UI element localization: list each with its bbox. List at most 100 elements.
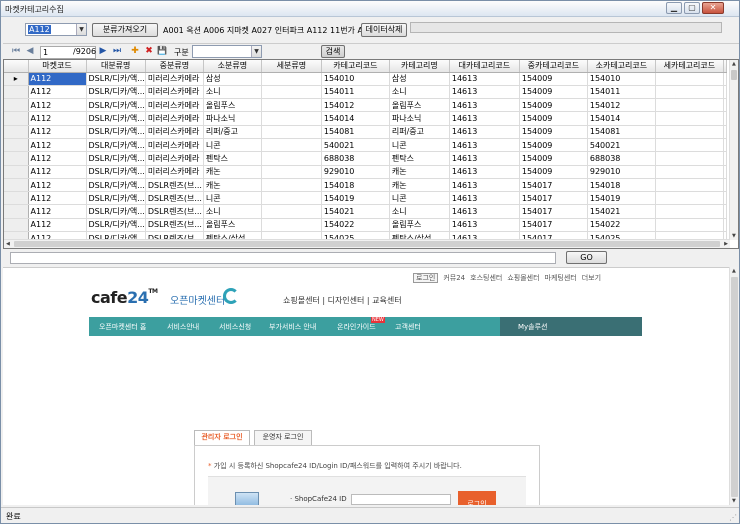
table-cell[interactable] bbox=[655, 98, 724, 113]
last-record-icon[interactable]: ⏭ bbox=[112, 46, 122, 56]
row-header[interactable] bbox=[4, 151, 29, 166]
row-header[interactable] bbox=[4, 218, 29, 233]
table-cell[interactable]: 올림푸스 bbox=[389, 98, 450, 113]
delete-data-button[interactable]: 데이터삭제 bbox=[361, 23, 407, 37]
table-cell[interactable]: 540021 bbox=[321, 138, 390, 153]
menu-item[interactable]: 서비스신청 bbox=[219, 322, 251, 332]
table-cell[interactable]: 154014 bbox=[321, 111, 390, 126]
table-cell[interactable] bbox=[655, 151, 724, 166]
row-header[interactable] bbox=[4, 204, 29, 219]
table-cell[interactable] bbox=[261, 178, 322, 193]
scroll-left-icon[interactable]: ◀ bbox=[6, 241, 10, 247]
table-cell[interactable]: 154009 bbox=[519, 125, 588, 139]
table-cell[interactable]: 154012 bbox=[587, 98, 656, 113]
table-cell[interactable]: 캐논 bbox=[203, 178, 262, 193]
table-cell[interactable]: A112 bbox=[28, 125, 87, 139]
table-cell[interactable]: DSLR/디카/액... bbox=[86, 151, 146, 166]
go-button[interactable]: GO bbox=[566, 251, 607, 264]
table-cell[interactable]: 154017 bbox=[519, 178, 588, 193]
table-cell[interactable]: 14613 bbox=[449, 178, 520, 193]
table-cell[interactable]: 154018 bbox=[587, 178, 656, 193]
table-cell[interactable]: 14613 bbox=[449, 165, 520, 179]
table-cell[interactable]: 미러리스카메라 bbox=[145, 138, 204, 153]
top-link[interactable]: 커뮤24 bbox=[443, 274, 465, 282]
title-bar[interactable]: 마켓카테고리수집 ▁ ▢ ✕ bbox=[1, 1, 739, 17]
market-combo[interactable]: A112 ▼ bbox=[25, 23, 87, 36]
table-cell[interactable] bbox=[655, 204, 724, 219]
table-cell[interactable] bbox=[655, 191, 724, 206]
chevron-down-icon[interactable]: ▼ bbox=[76, 24, 86, 35]
table-cell[interactable]: 154011 bbox=[587, 85, 656, 100]
table-cell[interactable]: 154081 bbox=[587, 125, 656, 139]
table-cell[interactable] bbox=[261, 191, 322, 206]
table-cell[interactable]: 154009 bbox=[519, 138, 588, 153]
column-header[interactable]: 카테고리코드 bbox=[321, 60, 390, 73]
table-cell[interactable]: DSLR/디카/액... bbox=[86, 204, 146, 219]
table-cell[interactable]: 삼성 bbox=[389, 72, 450, 86]
column-header[interactable]: 중분류명 bbox=[145, 60, 204, 73]
table-cell[interactable] bbox=[655, 178, 724, 193]
table-cell[interactable]: 리퍼/중고 bbox=[389, 125, 450, 139]
category-grid[interactable]: 마켓코드 대분류명 중분류명 소분류명 세분류명 카테고리코드 카테고리명 대카테고리코드 중카… bbox=[3, 59, 739, 249]
row-header[interactable] bbox=[4, 178, 29, 193]
login-button[interactable]: 로그인 bbox=[458, 491, 496, 505]
scroll-thumb[interactable] bbox=[731, 70, 737, 80]
table-cell[interactable]: 154022 bbox=[587, 218, 656, 233]
table-cell[interactable]: 14613 bbox=[449, 85, 520, 100]
table-cell[interactable] bbox=[261, 218, 322, 233]
column-header[interactable]: 마켓코드 bbox=[28, 60, 87, 73]
table-cell[interactable]: 154017 bbox=[519, 218, 588, 233]
table-cell[interactable]: A112 bbox=[28, 191, 87, 206]
next-record-icon[interactable]: ▶ bbox=[98, 46, 108, 56]
table-cell[interactable]: A112 bbox=[28, 111, 87, 126]
column-header[interactable]: 중카테고리코드 bbox=[519, 60, 588, 73]
menu-item[interactable]: 서비스안내 bbox=[167, 322, 199, 332]
scroll-down-icon[interactable]: ▼ bbox=[732, 498, 736, 504]
table-row[interactable]: A112 DSLR/디카/액... 미러리스카메라 리퍼/중고 154081 리퍼/중고 1… bbox=[4, 125, 727, 139]
delete-record-icon[interactable]: ✖ bbox=[144, 46, 154, 56]
table-cell[interactable]: 소니 bbox=[203, 85, 262, 100]
table-cell[interactable]: 니콘 bbox=[203, 191, 262, 206]
scroll-up-icon[interactable]: ▲ bbox=[732, 61, 736, 67]
scroll-thumb[interactable] bbox=[731, 277, 738, 497]
url-input[interactable] bbox=[10, 252, 556, 264]
save-icon[interactable]: 💾 bbox=[157, 46, 167, 55]
table-cell[interactable]: 소니 bbox=[203, 204, 262, 219]
table-cell[interactable]: 154009 bbox=[519, 165, 588, 179]
grid-horizontal-scrollbar[interactable]: ◀ ▶ bbox=[4, 239, 730, 248]
table-cell[interactable]: 154009 bbox=[519, 151, 588, 166]
table-cell[interactable]: DSLR/디카/액... bbox=[86, 72, 146, 86]
table-cell[interactable]: DSLR/디카/액... bbox=[86, 125, 146, 139]
table-cell[interactable]: 14613 bbox=[449, 72, 520, 86]
table-cell[interactable]: DSLR/디카/액... bbox=[86, 218, 146, 233]
browser-vertical-scrollbar[interactable]: ▲ ▼ bbox=[729, 267, 739, 505]
table-cell[interactable]: 14613 bbox=[449, 218, 520, 233]
tab-admin-login[interactable]: 관리자 로그인 bbox=[194, 430, 250, 445]
table-cell[interactable]: DSLR/디카/액... bbox=[86, 178, 146, 193]
table-cell[interactable]: 미러리스카메라 bbox=[145, 72, 204, 86]
table-cell[interactable]: 14613 bbox=[449, 204, 520, 219]
table-cell[interactable]: 14613 bbox=[449, 125, 520, 139]
table-row[interactable]: A112 DSLR/디카/액... 미러리스카메라 캐논 929010 캐논 14613 15… bbox=[4, 165, 727, 179]
cafe24-logo[interactable]: cafe24TM bbox=[91, 288, 158, 307]
table-cell[interactable]: A112 bbox=[28, 165, 87, 179]
table-row[interactable]: A112 DSLR/디카/액... 미러리스카메라 올림푸스 154012 올림푸스 146… bbox=[4, 98, 727, 113]
prev-record-icon[interactable]: ◀ bbox=[25, 46, 35, 56]
table-row[interactable]: A112 DSLR/디카/액... DSLR렌즈(브... 니콘 154019 니콘 146… bbox=[4, 191, 727, 206]
table-cell[interactable]: DSLR렌즈(브... bbox=[145, 178, 204, 193]
table-cell[interactable]: 니콘 bbox=[389, 138, 450, 153]
table-cell[interactable]: DSLR/디카/액... bbox=[86, 165, 146, 179]
table-cell[interactable]: 파나소닉 bbox=[203, 111, 262, 126]
table-cell[interactable] bbox=[261, 98, 322, 113]
table-cell[interactable]: 미러리스카메라 bbox=[145, 125, 204, 139]
column-header[interactable]: 세카테고리코드 bbox=[655, 60, 724, 73]
table-row[interactable]: A112 DSLR/디카/액... 미러리스카메라 펜탁스 688038 펜탁스 14613… bbox=[4, 151, 727, 166]
table-cell[interactable]: 캐논 bbox=[389, 178, 450, 193]
table-cell[interactable]: 14613 bbox=[449, 138, 520, 153]
table-cell[interactable] bbox=[261, 111, 322, 126]
table-cell[interactable]: A112 bbox=[28, 138, 87, 153]
table-cell[interactable]: 니콘 bbox=[203, 138, 262, 153]
top-link[interactable]: 마케팅센터 bbox=[545, 274, 577, 282]
grid-vertical-scrollbar[interactable]: ▲ ▼ bbox=[729, 60, 738, 240]
table-cell[interactable]: 154010 bbox=[587, 72, 656, 86]
